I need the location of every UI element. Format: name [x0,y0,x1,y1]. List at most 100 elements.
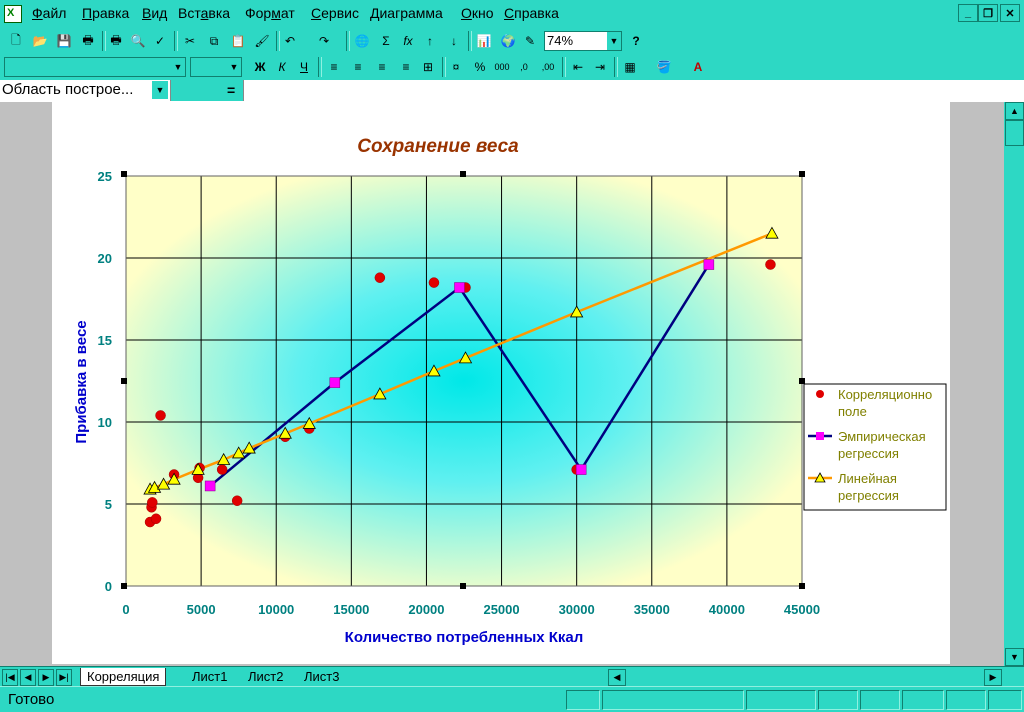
legend[interactable]: Корреляционно поле Эмпирическая регрессия Ли… [803,383,947,511]
menu-item-2[interactable]: Вид [142,5,167,21]
empirical-point [703,259,715,270]
scatter-point [216,464,228,475]
copy-icon[interactable]: ⧉ [204,31,224,51]
sort-ascending-icon[interactable]: ↑ [420,31,440,51]
chart-wizard-icon[interactable]: 📊 [474,31,494,51]
decrease-indent-icon[interactable]: ⇤ [568,57,588,77]
merge-center-icon[interactable]: ⊞ [418,57,438,77]
x-axis-title[interactable]: Количество потребленных Ккал [345,629,584,646]
font-name-combo[interactable]: ▼ [4,57,186,77]
equals-sign[interactable]: = [227,82,235,98]
menu-item-3[interactable]: Вставка [178,5,230,21]
scroll-thumb[interactable] [1005,120,1024,146]
preview-icon[interactable]: 🔍 [128,31,148,51]
x-tick-label: 30000 [559,602,595,617]
y-tick-label: 0 [105,579,112,594]
map-icon[interactable]: 🌍 [498,31,518,51]
sheet-tabs-bar: |◀ ◀ ▶ ▶| Корреляция Лист1 Лист2 Лист3 ◀… [0,666,1024,687]
plot-area[interactable] [126,176,802,586]
italic-icon[interactable]: К [272,57,292,77]
chevron-down-icon[interactable]: ▼ [227,58,241,76]
new-document-icon[interactable]: 🗋 [6,31,26,51]
legend-label: регрессия [838,446,899,461]
menu-item-8[interactable]: Справка [504,5,559,21]
chart-area[interactable]: Сохранение веса 0 5000 10000 15000 20000 2500… [52,102,950,664]
help-icon[interactable]: ? [626,31,646,51]
chevron-down-icon[interactable]: ▼ [171,58,185,76]
bold-icon[interactable]: Ж [250,57,270,77]
sheet-tab-2[interactable]: Лист2 [242,668,289,685]
x-tick-label: 0 [122,602,129,617]
scatter-point [147,497,158,508]
align-center-icon[interactable]: ≡ [348,57,368,77]
x-tick-label: 20000 [408,602,444,617]
menu-item-0[interactable]: Файл [32,5,66,21]
currency-icon[interactable]: ¤ [446,57,466,77]
close-button[interactable]: ✕ [1000,4,1020,22]
save-icon[interactable]: 💾 [54,31,74,51]
align-right-icon[interactable]: ≡ [372,57,392,77]
chart-title[interactable]: Сохранение веса [357,136,519,157]
y-tick-label: 25 [98,169,112,184]
hyperlink-icon[interactable]: 🌐 [352,31,372,51]
increase-decimal-icon[interactable]: ,0 [514,57,534,77]
scroll-down-icon[interactable]: ▼ [1005,648,1024,666]
menu-item-6[interactable]: Диаграмма [370,5,443,21]
borders-icon[interactable]: ▦ [620,57,640,77]
function-icon[interactable]: fx [398,31,418,51]
minimize-button[interactable]: _ [958,4,978,22]
decrease-decimal-icon[interactable]: ,00 [538,57,558,77]
scroll-right-icon[interactable]: ▶ [984,669,1002,686]
spelling-icon[interactable]: ✓ [150,31,170,51]
chevron-down-icon[interactable]: ▼ [607,32,621,50]
print-icon[interactable]: 🖶 [78,31,98,51]
font-size-combo[interactable]: ▼ [190,57,242,77]
sheet-tab-1[interactable]: Лист1 [186,668,233,685]
percent-icon[interactable]: % [470,57,490,77]
zoom-combo[interactable]: 74% ▼ [544,31,622,51]
scroll-up-icon[interactable]: ▲ [1005,102,1024,120]
increase-indent-icon[interactable]: ⇥ [590,57,610,77]
next-sheet-icon[interactable]: ▶ [38,669,54,686]
y-axis-title[interactable]: Прибавка в весе [73,320,90,443]
formula-input[interactable] [243,80,1024,101]
paste-icon[interactable]: 📋 [228,31,248,51]
menu-item-5[interactable]: Сервис [311,5,359,21]
fill-color-icon[interactable]: 🪣 [654,57,674,77]
chevron-down-icon[interactable]: ▼ [152,81,168,99]
sheet-tab-label: Корреляция [87,669,160,684]
drawing-icon[interactable]: ✎ [520,31,540,51]
redo-icon[interactable]: ↷ [314,31,334,51]
format-painter-icon[interactable]: 🖌 [252,31,272,51]
excel-app-icon[interactable]: X [4,5,22,23]
y-tick-label: 10 [98,415,112,430]
font-color-icon[interactable]: A [688,57,708,77]
sheet-tab-3[interactable]: Лист3 [298,668,345,685]
menu-item-4[interactable]: Формат [245,5,295,21]
scroll-left-icon[interactable]: ◀ [608,669,626,686]
menu-item-7[interactable]: Окно [461,5,494,21]
undo-icon[interactable]: ↶ [280,31,300,51]
underline-icon[interactable]: Ч [294,57,314,77]
first-sheet-icon[interactable]: |◀ [2,669,18,686]
legend-label: поле [838,404,867,419]
restore-button[interactable]: ❐ [978,4,998,22]
justify-icon[interactable]: ≡ [396,57,416,77]
sort-descending-icon[interactable]: ↓ [444,31,464,51]
menu-item-1[interactable]: Правка [82,5,129,21]
open-icon[interactable]: 📂 [30,31,50,51]
prev-sheet-icon[interactable]: ◀ [20,669,36,686]
name-box[interactable]: Область построе... ▼ [0,80,171,101]
autosum-icon[interactable]: Σ [376,31,396,51]
print-preview-icon[interactable]: 🖶 [106,31,126,51]
sheet-tab-correlation[interactable]: Корреляция [80,668,167,686]
x-tick-label: 45000 [784,602,820,617]
status-panel [946,690,986,710]
horizontal-scrollbar[interactable]: ◀ ▶ [606,668,1004,686]
last-sheet-icon[interactable]: ▶| [56,669,72,686]
align-left-icon[interactable]: ≡ [324,57,344,77]
cut-icon[interactable]: ✂ [180,31,200,51]
vertical-scrollbar[interactable]: ▲ ▼ [1004,102,1024,666]
separator [468,31,472,51]
thousands-icon[interactable]: 000 [492,57,512,77]
